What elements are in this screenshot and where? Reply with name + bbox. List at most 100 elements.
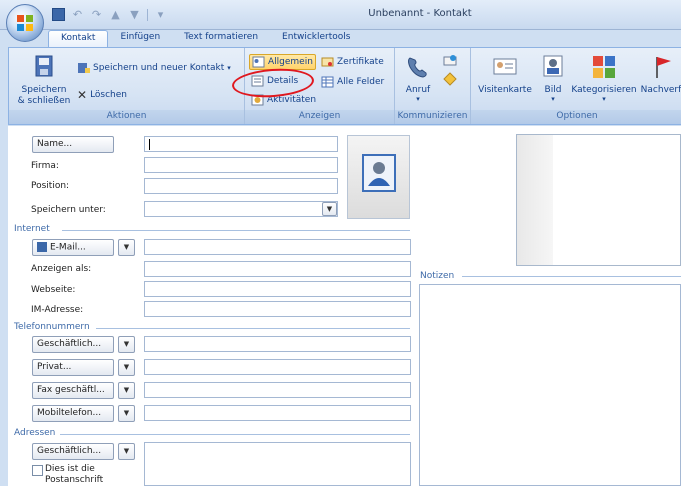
office-logo-icon — [17, 15, 33, 31]
follow-up-button[interactable]: Nachverf — [639, 54, 681, 95]
email-button[interactable]: E-Mail... — [32, 239, 114, 256]
file-as-label: Speichern unter: — [31, 205, 106, 215]
tab-einfuegen[interactable]: Einfügen — [108, 30, 172, 48]
notes-field[interactable] — [419, 284, 681, 486]
general-icon — [252, 56, 265, 68]
categorize-icon — [593, 56, 615, 78]
website-field[interactable] — [144, 281, 411, 297]
business-card-stripe — [517, 135, 553, 265]
all-fields-button[interactable]: Alle Felder — [321, 76, 384, 88]
picture-button[interactable]: Bild ▾ — [539, 54, 567, 103]
certificates-button[interactable]: Zertifikate — [321, 56, 384, 68]
general-label: Allgemein — [268, 57, 313, 67]
contact-photo[interactable] — [347, 135, 410, 219]
mailing-address-label-line1: Dies ist die — [45, 464, 95, 474]
delete-label: Löschen — [90, 90, 128, 100]
mail-icon[interactable] — [443, 54, 457, 68]
display-as-label: Anzeigen als: — [31, 264, 92, 274]
phone-mobile-field[interactable] — [144, 405, 411, 421]
chevron-down-icon: ▾ — [227, 64, 231, 72]
quick-access-toolbar: ↶ ↷ ▲ ▼ ▾ — [52, 8, 167, 21]
im-address-field[interactable] — [144, 301, 411, 317]
follow-up-label: Nachverf — [640, 85, 681, 95]
display-as-field[interactable] — [144, 261, 411, 277]
section-divider — [462, 276, 681, 277]
mailing-address-label-line2: Postanschrift — [45, 475, 104, 485]
save-new-label: Speichern und neuer Kontakt — [93, 63, 225, 73]
group-label-kommunizieren: Kommunizieren — [395, 110, 470, 124]
save-icon[interactable] — [52, 8, 65, 21]
company-field[interactable] — [144, 157, 338, 173]
categorize-button[interactable]: Kategorisieren ▾ — [571, 54, 637, 103]
arrow-down-icon[interactable]: ▼ — [128, 8, 141, 21]
phone-business-field[interactable] — [144, 336, 411, 352]
save-close-icon — [35, 55, 53, 77]
name-field[interactable] — [144, 136, 338, 152]
file-as-field[interactable] — [144, 201, 338, 217]
window-title: Unbenannt - Kontakt — [368, 8, 472, 19]
save-close-label: Speichern & schließen — [17, 85, 71, 106]
all-fields-label: Alle Felder — [337, 77, 385, 87]
business-card-preview[interactable] — [516, 134, 681, 266]
chevron-down-icon: ▾ — [416, 95, 420, 103]
mailing-address-checkbox[interactable] — [32, 465, 43, 476]
customize-toolbar-icon[interactable]: ▾ — [154, 8, 167, 21]
map-icon[interactable] — [443, 72, 457, 86]
phone-private-button[interactable]: Privat... — [32, 359, 114, 376]
delete-button[interactable]: ✕ Löschen — [77, 88, 127, 102]
email-dropdown[interactable]: ▼ — [118, 239, 135, 256]
tab-kontakt[interactable]: Kontakt — [48, 30, 109, 48]
im-address-label: IM-Adresse: — [31, 305, 84, 315]
general-button[interactable]: Allgemein — [249, 54, 316, 70]
mailing-address-label: Dies ist die Postanschrift — [45, 464, 103, 486]
address-business-dropdown[interactable]: ▼ — [118, 443, 135, 460]
address-book-icon — [37, 242, 47, 252]
address-field[interactable] — [144, 442, 411, 486]
ribbon-tabs: Kontakt Einfügen Text formatieren Entwic… — [48, 30, 362, 48]
picture-icon — [543, 55, 563, 77]
file-as-dropdown[interactable]: ▼ — [322, 202, 337, 216]
address-business-button[interactable]: Geschäftlich... — [32, 443, 114, 460]
phone-fax-button[interactable]: Fax geschäftl... — [32, 382, 114, 399]
save-new-icon — [78, 63, 90, 73]
position-field[interactable] — [144, 178, 338, 194]
phone-mobile-button[interactable]: Mobiltelefon... — [32, 405, 114, 422]
undo-icon[interactable]: ↶ — [71, 8, 84, 21]
phone-fax-field[interactable] — [144, 382, 411, 398]
phone-mobile-dropdown[interactable]: ▼ — [118, 405, 135, 422]
group-kommunizieren: Anruf ▾ Kommunizieren — [395, 48, 471, 124]
contact-form: Name... Firma: Position: Speichern unter… — [8, 126, 681, 486]
save-new-button[interactable]: Speichern und neuer Kontakt ▾ — [77, 62, 231, 74]
toolbar-separator — [147, 8, 148, 21]
company-label: Firma: — [31, 161, 59, 171]
email-field[interactable] — [144, 239, 411, 255]
phone-private-dropdown[interactable]: ▼ — [118, 359, 135, 376]
notes-section-title: Notizen — [420, 271, 455, 281]
tab-entwicklertools[interactable]: Entwicklertools — [270, 30, 362, 48]
call-button[interactable]: Anruf ▾ — [401, 54, 435, 103]
group-label-anzeigen: Anzeigen — [245, 110, 394, 124]
business-card-label: Visitenkarte — [478, 85, 532, 95]
phone-icon — [408, 57, 427, 78]
office-button[interactable] — [6, 4, 44, 42]
title-bar: ↶ ↷ ▲ ▼ ▾ Unbenannt - Kontakt — [0, 0, 681, 30]
section-divider — [60, 434, 410, 435]
ribbon: Speichern & schließen Speichern und neue… — [8, 47, 681, 125]
redo-icon[interactable]: ↷ — [90, 8, 103, 21]
phone-fax-dropdown[interactable]: ▼ — [118, 382, 135, 399]
address-section-title: Adressen — [14, 428, 56, 438]
arrow-up-icon[interactable]: ▲ — [109, 8, 122, 21]
tab-text-formatieren[interactable]: Text formatieren — [172, 30, 270, 48]
delete-icon: ✕ — [77, 88, 88, 102]
phone-private-field[interactable] — [144, 359, 411, 375]
all-fields-icon — [321, 76, 334, 88]
phone-business-button[interactable]: Geschäftlich... — [32, 336, 114, 353]
call-label: Anruf — [405, 85, 431, 95]
flag-icon — [656, 57, 671, 78]
save-close-button[interactable]: Speichern & schließen — [13, 54, 75, 107]
phone-business-dropdown[interactable]: ▼ — [118, 336, 135, 353]
business-card-button[interactable]: Visitenkarte — [475, 54, 535, 95]
section-divider — [62, 230, 410, 231]
name-button[interactable]: Name... — [32, 136, 114, 153]
internet-section-title: Internet — [14, 224, 50, 234]
